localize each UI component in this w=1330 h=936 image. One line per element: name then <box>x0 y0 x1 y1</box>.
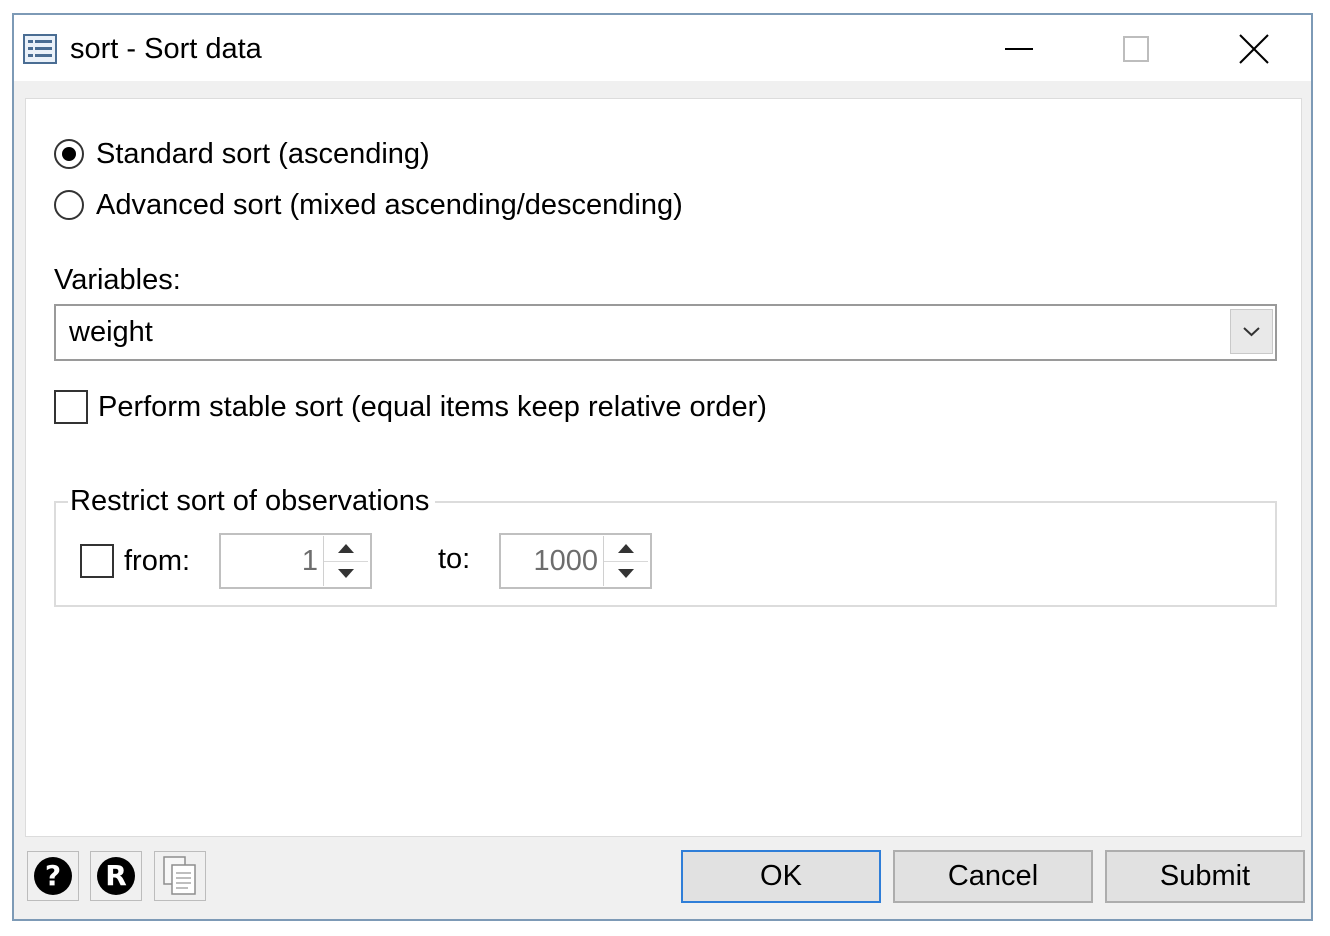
from-spin-buttons <box>323 536 368 586</box>
from-spinner[interactable]: 1 <box>219 533 372 589</box>
radio-button-checked[interactable] <box>54 139 84 169</box>
maximize-icon[interactable] <box>1116 29 1156 69</box>
from-label: from: <box>124 544 191 577</box>
to-spinner[interactable]: 1000 <box>499 533 652 589</box>
reset-icon: R <box>97 857 135 895</box>
restrict-from-checkbox[interactable] <box>80 544 114 578</box>
radio-button[interactable] <box>54 190 84 220</box>
stable-sort-checkbox[interactable] <box>54 390 88 424</box>
variables-value[interactable]: weight <box>69 316 153 349</box>
copy-command-icon <box>163 856 196 895</box>
radio-advanced-sort-label: Advanced sort (mixed ascending/descendin… <box>96 188 683 221</box>
help-button[interactable]: ? <box>27 851 79 901</box>
chevron-down-icon <box>1243 327 1260 337</box>
stable-sort-option[interactable]: Perform stable sort (equal items keep re… <box>54 387 767 427</box>
spin-down-icon[interactable] <box>324 561 368 586</box>
to-spin-buttons <box>603 536 648 586</box>
ok-button[interactable]: OK <box>681 850 881 903</box>
restrict-from-option[interactable]: from: <box>80 541 190 581</box>
stable-sort-label: Perform stable sort (equal items keep re… <box>98 390 767 423</box>
to-value[interactable]: 1000 <box>533 545 598 578</box>
restrict-group-title: Restrict sort of observations <box>68 485 436 518</box>
dialog-content: Standard sort (ascending) Advanced sort … <box>25 98 1302 837</box>
help-icon: ? <box>34 857 72 895</box>
dialog-window: sort - Sort data Standard sort (ascendin… <box>12 13 1313 921</box>
minimize-icon[interactable] <box>999 29 1039 69</box>
radio-standard-sort[interactable]: Standard sort (ascending) <box>54 134 430 174</box>
reset-button[interactable]: R <box>90 851 142 901</box>
variables-label: Variables: <box>54 264 181 296</box>
variables-dropdown-button[interactable] <box>1230 309 1273 354</box>
variables-combobox[interactable]: weight <box>54 304 1277 361</box>
to-label: to: <box>438 543 471 575</box>
spin-up-icon[interactable] <box>604 536 648 562</box>
dialog-app-icon <box>23 34 57 64</box>
title-bar[interactable]: sort - Sort data <box>14 15 1311 81</box>
close-icon[interactable] <box>1234 29 1274 69</box>
spin-up-icon[interactable] <box>324 536 368 562</box>
cancel-button[interactable]: Cancel <box>893 850 1093 903</box>
from-value[interactable]: 1 <box>302 545 318 578</box>
radio-advanced-sort[interactable]: Advanced sort (mixed ascending/descendin… <box>54 185 683 225</box>
spin-down-icon[interactable] <box>604 561 648 586</box>
window-title: sort - Sort data <box>70 33 262 65</box>
copy-command-button[interactable] <box>154 851 206 901</box>
radio-standard-sort-label: Standard sort (ascending) <box>96 137 430 170</box>
submit-button[interactable]: Submit <box>1105 850 1305 903</box>
